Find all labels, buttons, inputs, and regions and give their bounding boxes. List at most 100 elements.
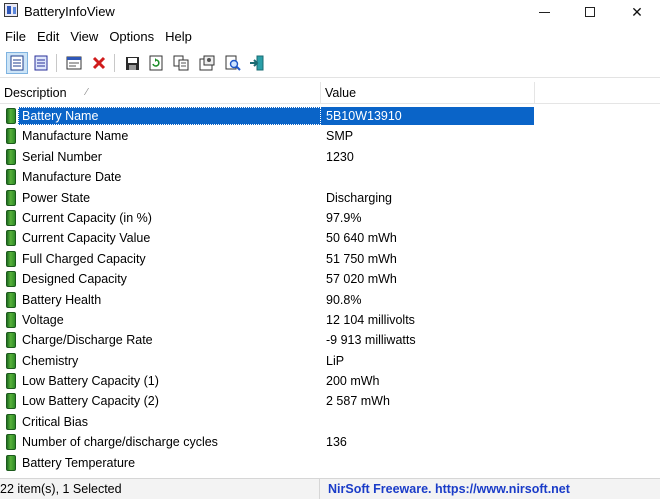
cell-description: Chemistry — [22, 353, 79, 368]
battery-icon — [6, 230, 16, 247]
html-report-selected-button[interactable] — [30, 52, 52, 74]
list-rows: Battery Name 5B10W13910 Manufacture Name SM… — [0, 106, 660, 473]
cell-value: 57 020 mWh — [326, 272, 397, 287]
table-row[interactable]: Manufacture Name SMP — [0, 126, 660, 146]
menu-bar: File Edit View Options Help — [0, 27, 198, 47]
battery-icon — [6, 271, 16, 288]
battery-icon — [6, 454, 16, 471]
cell-description: Battery Health — [22, 292, 102, 307]
table-row[interactable]: Battery Temperature — [0, 453, 660, 473]
battery-icon — [6, 332, 16, 349]
cell-value: SMP — [326, 129, 354, 144]
cell-description: Power State — [22, 190, 91, 205]
html-report-all-button[interactable] — [6, 52, 28, 74]
menu-view[interactable]: View — [65, 27, 104, 47]
column-header-value[interactable]: Value — [321, 82, 535, 104]
table-row[interactable]: Full Charged Capacity 51 750 mWh — [0, 249, 660, 269]
maximize-button[interactable] — [567, 0, 613, 24]
cell-description: Serial Number — [22, 149, 102, 164]
battery-icon — [6, 209, 16, 226]
table-row[interactable]: Current Capacity Value 50 640 mWh — [0, 228, 660, 248]
column-header-value-label: Value — [325, 86, 357, 100]
cell-description: Charge/Discharge Rate — [22, 333, 153, 348]
cell-description: Number of charge/discharge cycles — [22, 435, 218, 450]
cell-description: Manufacture Date — [22, 170, 122, 185]
cell-description: Battery Name — [22, 109, 99, 123]
table-row[interactable]: Designed Capacity 57 020 mWh — [0, 269, 660, 289]
column-header-description[interactable]: Description ⁄ — [0, 82, 321, 104]
table-row[interactable]: Chemistry LiP — [0, 351, 660, 371]
properties-icon — [66, 56, 82, 70]
battery-icon — [6, 189, 16, 206]
battery-icon — [6, 373, 16, 390]
cell-value: 136 — [326, 435, 347, 450]
table-row[interactable]: Battery Name 5B10W13910 — [0, 106, 660, 126]
table-row[interactable]: Manufacture Date — [0, 167, 660, 187]
table-row[interactable]: Current Capacity (in %) 97.9% — [0, 208, 660, 228]
menu-options[interactable]: Options — [104, 27, 160, 47]
table-row[interactable]: Critical Bias — [0, 412, 660, 432]
title-bar: BatteryInfoView ✕ — [0, 0, 660, 24]
table-row[interactable]: Serial Number 1230 — [0, 147, 660, 167]
close-button[interactable]: ✕ — [614, 0, 660, 24]
html-report-selected-icon — [34, 55, 48, 71]
battery-icon — [6, 393, 16, 410]
html-report-all-icon — [10, 55, 24, 71]
battery-icon — [6, 352, 16, 369]
battery-icon — [6, 434, 16, 451]
delete-icon — [92, 56, 106, 70]
cell-value: LiP — [326, 353, 345, 368]
app-icon — [4, 3, 18, 17]
exit-button[interactable] — [246, 52, 268, 74]
minimize-button[interactable] — [521, 0, 567, 24]
table-row[interactable]: Low Battery Capacity (2) 2 587 mWh — [0, 391, 660, 411]
delete-button[interactable] — [88, 52, 110, 74]
battery-icon — [6, 311, 16, 328]
table-row[interactable]: Charge/Discharge Rate -9 913 milliwatts — [0, 330, 660, 350]
cell-value — [322, 412, 326, 432]
cell-description: Battery Temperature — [22, 455, 136, 470]
cell-value — [322, 453, 326, 473]
menu-help[interactable]: Help — [160, 27, 198, 47]
find-icon — [225, 55, 241, 71]
cell-value — [322, 167, 326, 187]
table-row[interactable]: Power State Discharging — [0, 188, 660, 208]
refresh-icon — [149, 55, 163, 71]
cell-description: Low Battery Capacity (2) — [22, 394, 159, 409]
table-row[interactable]: Low Battery Capacity (1) 200 mWh — [0, 371, 660, 391]
cell-description: Manufacture Name — [22, 129, 129, 144]
options-icon — [199, 55, 215, 71]
table-row[interactable]: Number of charge/discharge cycles 136 — [0, 432, 660, 452]
cell-description: Low Battery Capacity (1) — [22, 374, 159, 389]
list-header: Description ⁄ Value — [0, 82, 660, 104]
cell-value: 51 750 mWh — [326, 251, 397, 266]
table-row[interactable]: Battery Health 90.8% — [0, 290, 660, 310]
battery-icon — [6, 108, 16, 124]
cell-value: 97.9% — [326, 210, 362, 225]
battery-icon — [6, 148, 16, 165]
properties-button[interactable] — [63, 52, 85, 74]
save-button[interactable] — [121, 52, 143, 74]
copy-button[interactable] — [170, 52, 192, 74]
cell-description: Current Capacity (in %) — [22, 210, 152, 225]
cell-value: 200 mWh — [326, 374, 380, 389]
battery-info-list[interactable]: Description ⁄ Value Battery Name 5B10W139… — [0, 82, 660, 476]
find-button[interactable] — [222, 52, 244, 74]
cell-value: 5B10W13910 — [326, 109, 402, 123]
exit-icon — [250, 55, 264, 71]
options-button[interactable] — [196, 52, 218, 74]
table-row[interactable]: Voltage 12 104 millivolts — [0, 310, 660, 330]
battery-icon — [6, 291, 16, 308]
sort-ascending-icon: ⁄ — [86, 87, 88, 98]
toolbar — [0, 49, 660, 78]
cell-value: 12 104 millivolts — [326, 312, 415, 327]
battery-icon — [6, 413, 16, 430]
cell-description: Current Capacity Value — [22, 231, 151, 246]
cell-value: 90.8% — [326, 292, 362, 307]
nirsoft-link[interactable]: NirSoft Freeware. https://www.nirsoft.ne… — [328, 479, 570, 499]
menu-file[interactable]: File — [0, 27, 32, 47]
menu-edit[interactable]: Edit — [32, 27, 65, 47]
cell-value: Discharging — [326, 190, 393, 205]
maximize-icon — [585, 7, 595, 17]
refresh-button[interactable] — [145, 52, 167, 74]
